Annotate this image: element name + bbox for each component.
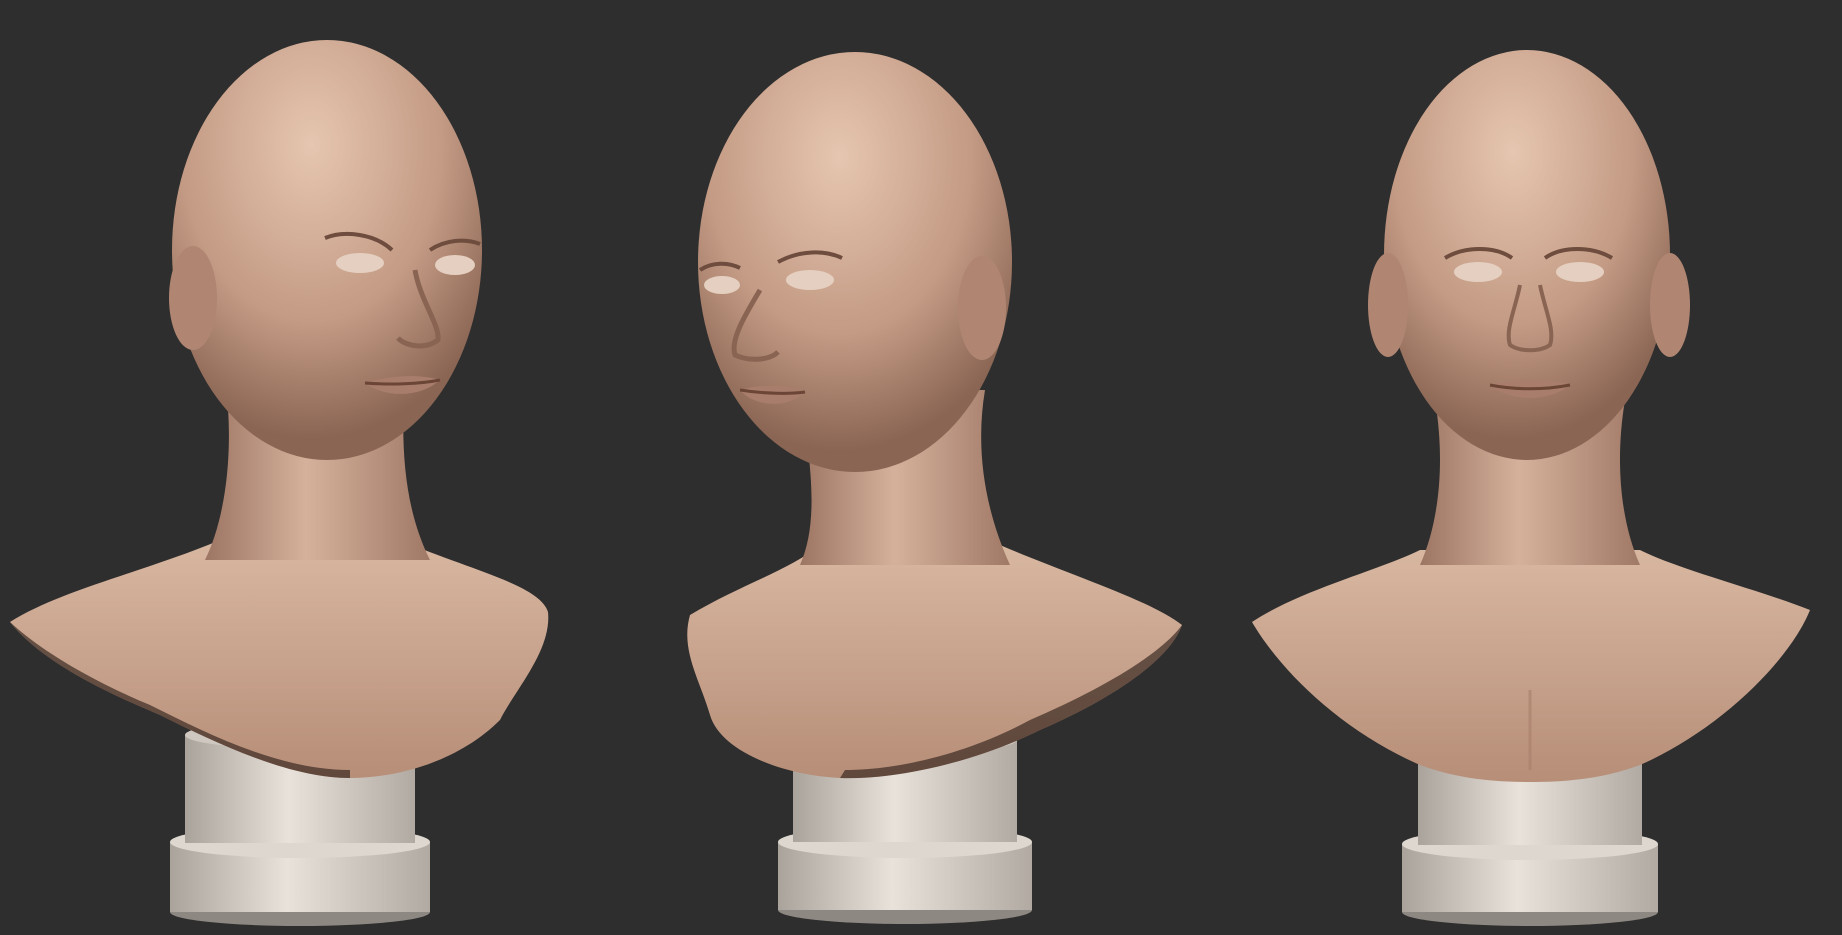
eye-right [435,255,475,275]
shoulders-chest [10,540,549,778]
bust-front [1252,50,1810,926]
sculpt-render [10,40,1810,926]
shoulders-chest [687,545,1182,779]
head [1384,50,1670,460]
ear-icon [958,256,1006,360]
bust-three-quarter-right [10,40,549,926]
render-viewport [0,0,1842,935]
ear-icon [169,246,217,350]
ear-icon [1650,253,1690,357]
eye-left [336,253,384,273]
head [172,40,482,460]
ear-icon [1368,253,1408,357]
eye-right [786,270,834,290]
eye-right [1556,262,1604,282]
bust-three-quarter-left [687,52,1182,924]
eye-left [704,276,740,294]
eye-left [1454,262,1502,282]
head [698,52,1012,472]
